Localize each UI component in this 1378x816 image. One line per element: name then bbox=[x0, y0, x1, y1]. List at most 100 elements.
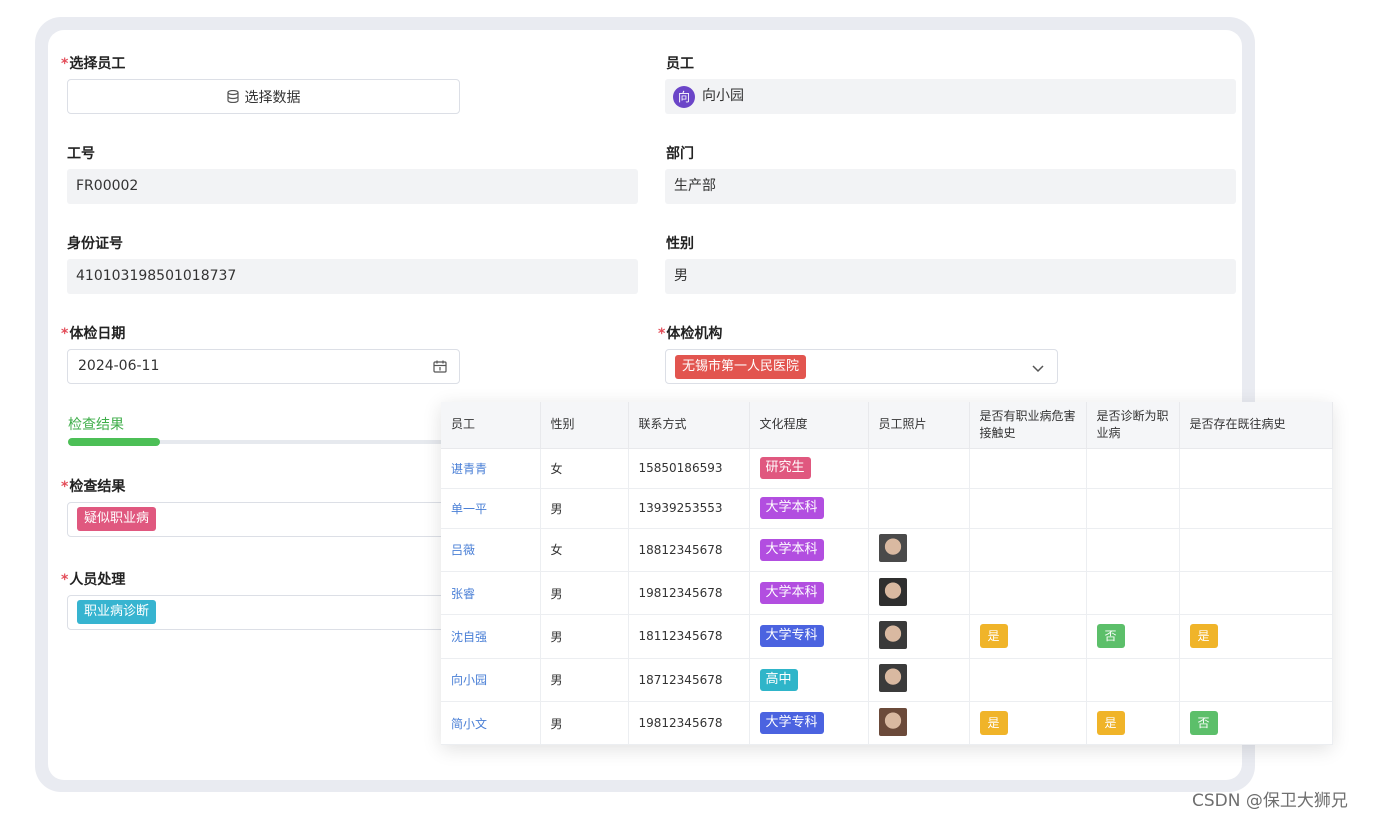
gender-field: 男 bbox=[665, 259, 1236, 294]
table-header-row: 员工 性别 联系方式 文化程度 员工照片 是否有职业病危害接触史 是否诊断为职业病 是否存在既… bbox=[441, 402, 1333, 449]
table-cell bbox=[1179, 571, 1333, 616]
column-header[interactable]: 是否存在既往病史 bbox=[1179, 402, 1333, 449]
column-header[interactable]: 员工 bbox=[441, 402, 541, 449]
table-row[interactable]: 简小文 男 19812345678 大学专科 是 是 否 bbox=[441, 701, 1333, 746]
table-cell bbox=[969, 488, 1087, 529]
column-header[interactable]: 是否诊断为职业病 bbox=[1086, 402, 1180, 449]
employee-name: 向小园 bbox=[702, 88, 744, 104]
column-header[interactable]: 文化程度 bbox=[749, 402, 869, 449]
table-cell: 简小文 bbox=[441, 701, 541, 746]
column-header[interactable]: 性别 bbox=[540, 402, 629, 449]
job-no-field: FR00002 bbox=[67, 169, 638, 204]
table-cell bbox=[969, 448, 1087, 489]
employee-photo[interactable] bbox=[878, 577, 907, 606]
table-cell bbox=[1086, 571, 1180, 616]
table-cell: 19812345678 bbox=[628, 701, 750, 746]
table-cell: 单一平 bbox=[441, 488, 541, 529]
column-header[interactable]: 联系方式 bbox=[628, 402, 750, 449]
education-tag: 大学本科 bbox=[759, 582, 824, 605]
select-data-button[interactable]: 选择数据 bbox=[67, 79, 460, 114]
gender-cell: 男 bbox=[550, 629, 563, 644]
education-tag: 大学专科 bbox=[759, 712, 824, 735]
table-cell bbox=[1179, 658, 1333, 703]
exam-org-select[interactable]: 无锡市第一人民医院 bbox=[665, 349, 1058, 384]
table-cell bbox=[969, 528, 1087, 572]
employee-name-link[interactable]: 吕薇 bbox=[451, 543, 475, 557]
select-employee-label: *选择员工 bbox=[61, 56, 126, 72]
job-no-label: 工号 bbox=[67, 146, 95, 162]
handling-select[interactable]: 职业病诊断 bbox=[67, 595, 460, 630]
handling-label: *人员处理 bbox=[61, 572, 126, 588]
tab-exam-result[interactable]: 检查结果 bbox=[68, 414, 124, 434]
column-header[interactable]: 员工照片 bbox=[868, 402, 970, 449]
employee-photo[interactable] bbox=[878, 534, 907, 563]
table-row[interactable]: 张睿 男 19812345678 大学本科 bbox=[441, 571, 1333, 616]
gender-label: 性别 bbox=[666, 236, 694, 252]
gender-cell: 女 bbox=[550, 461, 563, 476]
employee-photo[interactable] bbox=[878, 620, 907, 649]
table-cell: 15850186593 bbox=[628, 448, 750, 489]
table-cell: 是 bbox=[1179, 614, 1333, 659]
table-cell: 男 bbox=[540, 571, 629, 616]
employee-photo[interactable] bbox=[878, 707, 907, 736]
table-cell: 男 bbox=[540, 614, 629, 659]
table-cell bbox=[868, 448, 970, 489]
phone-cell: 19812345678 bbox=[638, 716, 723, 731]
chevron-down-icon bbox=[1032, 365, 1044, 373]
table-cell bbox=[1086, 658, 1180, 703]
education-tag: 高中 bbox=[759, 668, 798, 691]
handling-tag: 职业病诊断 bbox=[77, 600, 157, 624]
gender-cell: 男 bbox=[550, 501, 563, 516]
department-field: 生产部 bbox=[665, 169, 1236, 204]
exam-org-tag: 无锡市第一人民医院 bbox=[675, 355, 807, 379]
table-cell: 女 bbox=[540, 528, 629, 572]
exam-date-picker[interactable]: 2024-06-11 bbox=[67, 349, 460, 384]
table-cell: 18812345678 bbox=[628, 528, 750, 572]
result-tag: 疑似职业病 bbox=[77, 507, 157, 531]
table-row[interactable]: 沈自强 男 18112345678 大学专科 是 否 是 bbox=[441, 614, 1333, 659]
table-row[interactable]: 向小园 男 18712345678 高中 bbox=[441, 658, 1333, 703]
table-cell bbox=[1179, 528, 1333, 572]
table-cell bbox=[969, 658, 1087, 703]
gender-cell: 女 bbox=[550, 543, 563, 558]
table-row[interactable]: 谌青青 女 15850186593 研究生 bbox=[441, 448, 1333, 489]
table-cell: 是 bbox=[1086, 701, 1180, 746]
table-cell: 吕薇 bbox=[441, 528, 541, 572]
employee-name-link[interactable]: 单一平 bbox=[451, 502, 487, 516]
column-header[interactable]: 是否有职业病危害接触史 bbox=[969, 402, 1087, 449]
table-cell: 向小园 bbox=[441, 658, 541, 703]
yes-no-tag: 是 bbox=[979, 711, 1008, 736]
yes-no-tag: 是 bbox=[1189, 624, 1218, 649]
table-cell: 沈自强 bbox=[441, 614, 541, 659]
tab-indicator bbox=[68, 438, 448, 446]
phone-cell: 19812345678 bbox=[638, 586, 723, 601]
table-cell: 谌青青 bbox=[441, 448, 541, 489]
yes-no-tag: 是 bbox=[979, 624, 1008, 649]
table-cell: 否 bbox=[1086, 614, 1180, 659]
table-cell bbox=[969, 571, 1087, 616]
table-cell: 否 bbox=[1179, 701, 1333, 746]
gender-cell: 男 bbox=[550, 586, 563, 601]
employee-name-link[interactable]: 向小园 bbox=[451, 673, 487, 687]
gender-cell: 男 bbox=[550, 673, 563, 688]
id-card-field: 410103198501018737 bbox=[67, 259, 638, 294]
phone-cell: 18112345678 bbox=[638, 629, 723, 644]
table-cell: 18112345678 bbox=[628, 614, 750, 659]
employee-name-link[interactable]: 简小文 bbox=[451, 717, 487, 731]
table-row[interactable]: 吕薇 女 18812345678 大学本科 bbox=[441, 528, 1333, 572]
employee-name-link[interactable]: 沈自强 bbox=[451, 630, 487, 644]
table-cell bbox=[1179, 488, 1333, 529]
employee-name-link[interactable]: 张睿 bbox=[451, 587, 475, 601]
employee-photo[interactable] bbox=[878, 664, 907, 693]
watermark: CSDN @保卫大狮兄 bbox=[1192, 791, 1348, 811]
employee-field: 向 向小园 bbox=[665, 79, 1236, 114]
exam-date-value: 2024-06-11 bbox=[78, 358, 160, 374]
result-select[interactable]: 疑似职业病 bbox=[67, 502, 460, 537]
select-data-label: 选择数据 bbox=[244, 89, 301, 106]
table-cell: 19812345678 bbox=[628, 571, 750, 616]
phone-cell: 18812345678 bbox=[638, 542, 723, 557]
table-row[interactable]: 单一平 男 13939253553 大学本科 bbox=[441, 488, 1333, 529]
yes-no-tag: 否 bbox=[1096, 624, 1125, 649]
table-cell: 是 bbox=[969, 614, 1087, 659]
employee-name-link[interactable]: 谌青青 bbox=[451, 462, 487, 476]
